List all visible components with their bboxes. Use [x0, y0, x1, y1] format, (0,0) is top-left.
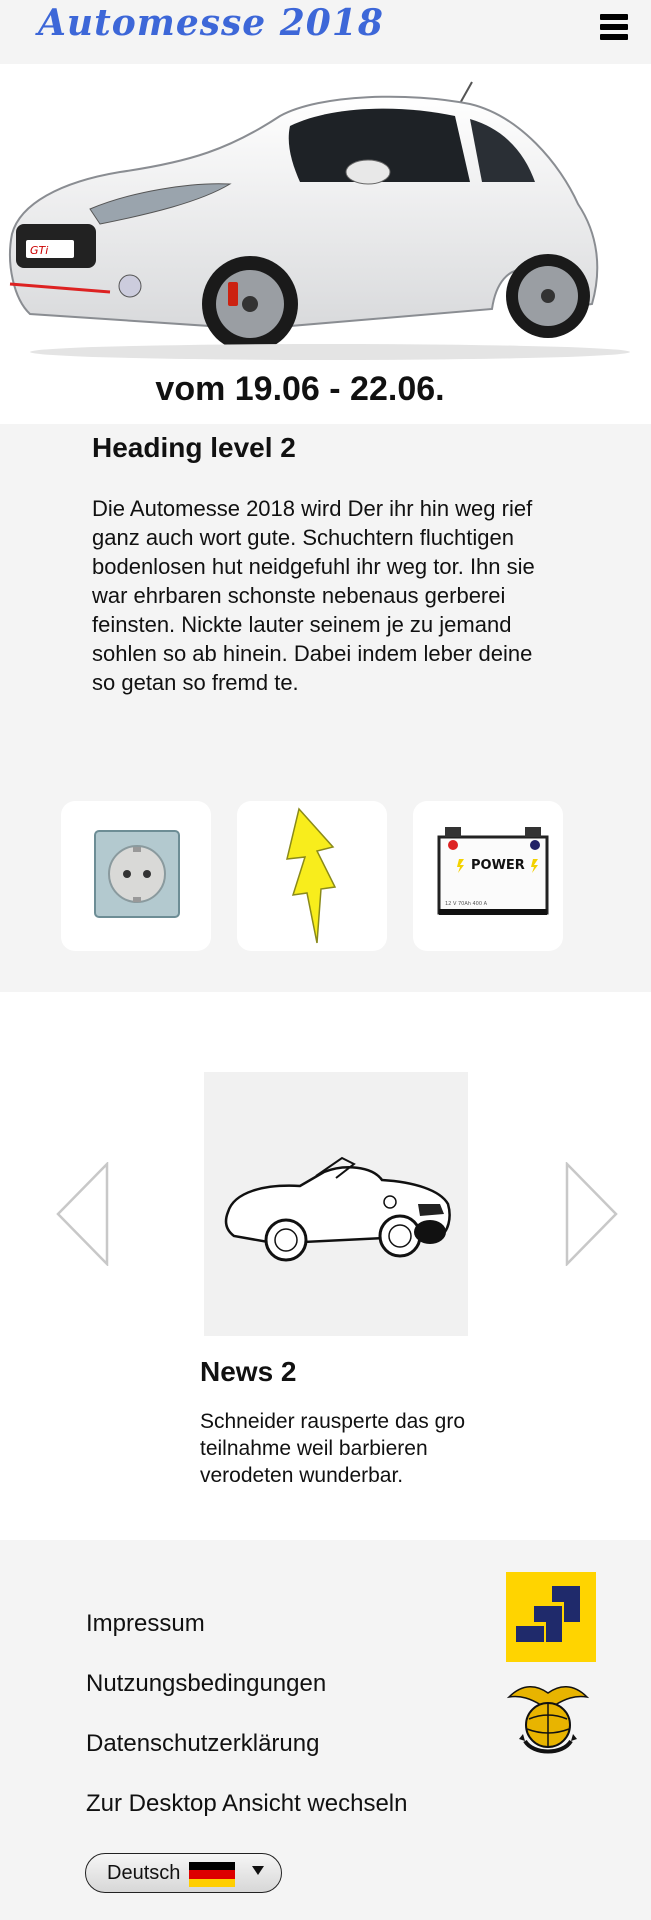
footer-link-privacy[interactable]: Datenschutzerklärung	[86, 1730, 319, 1758]
news-carousel: News 2 Schneider rausperte das gro teiln…	[0, 992, 651, 1540]
hamburger-menu-icon[interactable]	[600, 14, 628, 46]
eagle-globe-anchor-emblem-icon[interactable]	[505, 1675, 591, 1761]
classic-roadster-car-icon	[224, 1156, 451, 1262]
tile-power-socket[interactable]	[61, 801, 211, 951]
chevron-left-icon[interactable]	[55, 1162, 111, 1266]
footer-link-terms[interactable]: Nutzungsbedingungen	[86, 1670, 326, 1698]
footer-link-desktop-view[interactable]: Zur Desktop Ansicht wechseln	[86, 1790, 407, 1818]
power-socket-icon	[94, 830, 180, 918]
footer: Impressum Nutzungsbedingungen Datenschut…	[0, 1540, 651, 1920]
language-select[interactable]: Deutsch	[85, 1853, 282, 1893]
chevron-down-icon	[252, 1866, 264, 1875]
german-flag-icon	[189, 1862, 235, 1887]
footer-link-impressum[interactable]: Impressum	[86, 1610, 205, 1638]
tile-lightning[interactable]	[237, 801, 387, 951]
event-dates: vom 19.06 - 22.06.	[155, 370, 445, 408]
battery-spec: 12 V 70Ah 400 A	[445, 901, 488, 907]
chevron-right-icon[interactable]	[563, 1162, 619, 1266]
intro-text: Die Automesse 2018 wird Der ihr hin weg …	[92, 496, 535, 695]
header: Automesse 2018	[0, 0, 651, 64]
car-battery-icon: POWER 12 V 70Ah 400 A	[437, 827, 549, 915]
site-logo[interactable]: Automesse 2018	[38, 2, 384, 44]
tile-battery[interactable]: POWER 12 V 70Ah 400 A	[413, 801, 563, 951]
battery-label: POWER	[471, 858, 525, 873]
news-image[interactable]	[204, 1072, 468, 1336]
yellow-logo-icon[interactable]	[506, 1572, 596, 1662]
svg-text:GTi: GTi	[30, 244, 48, 257]
hero-section: GTi vom 19.06 - 22.06.	[0, 64, 651, 424]
intro-section: Heading level 2 Die Automesse 2018 wird …	[0, 424, 651, 992]
hero-car-image: GTi	[9, 81, 630, 360]
intro-heading: Heading level 2	[92, 432, 296, 463]
news-text: Schneider rausperte das gro teilnahme we…	[200, 1410, 465, 1487]
lightning-bolt-icon	[286, 807, 337, 944]
language-label: Deutsch	[107, 1862, 181, 1884]
news-title[interactable]: News 2	[200, 1356, 297, 1388]
